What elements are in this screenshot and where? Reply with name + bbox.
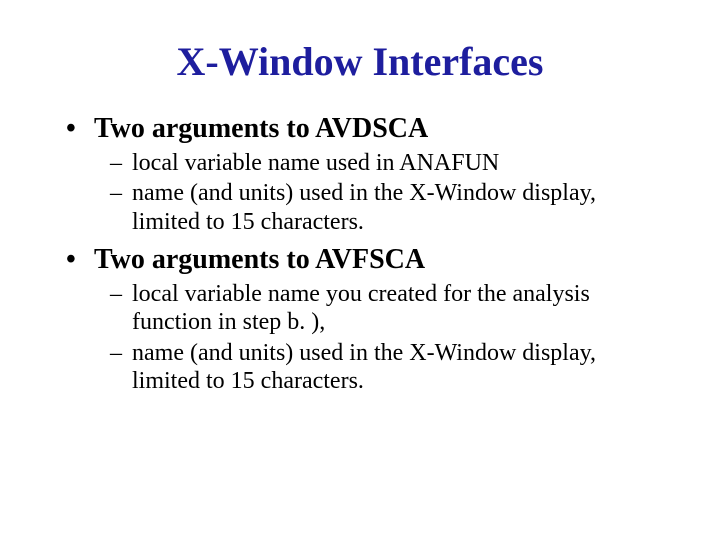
sub-item-1-2: name (and units) used in the X-Window di…: [110, 179, 650, 236]
bullet-item-1: Two arguments to AVDSCA: [70, 113, 650, 145]
slide-title: X-Window Interfaces: [70, 38, 650, 85]
bullet-item-2: Two arguments to AVFSCA: [70, 244, 650, 276]
sub-item-1-1: local variable name used in ANAFUN: [110, 149, 650, 177]
sub-item-2-2: name (and units) used in the X-Window di…: [110, 339, 650, 396]
sub-item-2-1: local variable name you created for the …: [110, 280, 650, 337]
